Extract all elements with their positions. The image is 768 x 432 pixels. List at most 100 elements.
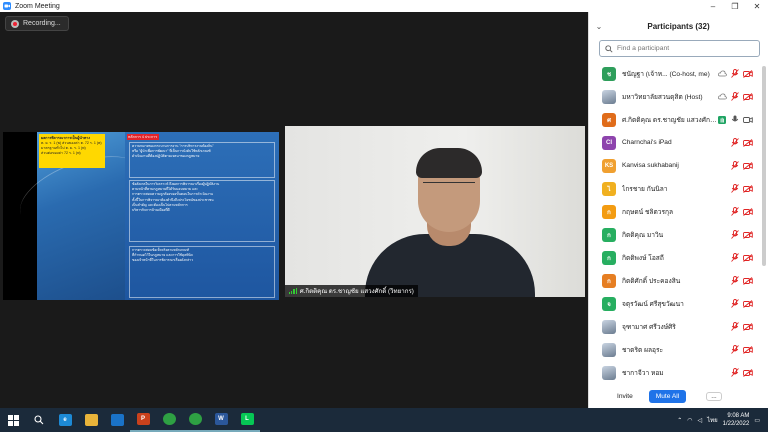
participant-row[interactable]: CI Charnchai's iPad <box>589 131 761 154</box>
video-off-icon[interactable] <box>743 184 753 193</box>
participant-row[interactable]: ก กิตติคุณ มาวิน <box>589 223 761 246</box>
microphone-muted-icon[interactable] <box>730 92 740 101</box>
participant-status-icons <box>730 345 753 354</box>
microphone-muted-icon[interactable] <box>730 138 740 147</box>
mail-icon[interactable] <box>104 408 130 432</box>
wifi-icon[interactable]: ◠ <box>687 417 692 424</box>
avatar: ศ <box>602 112 616 127</box>
participant-row[interactable]: ก กฤษดน์ ชลิตวรกุล <box>589 200 761 223</box>
video-off-icon[interactable] <box>743 368 753 377</box>
cloud-icon <box>717 92 727 101</box>
speaker-icon[interactable]: ◁ <box>698 417 703 424</box>
participant-row[interactable]: มหาวิทยาลัยสวนดุสิต (Host) <box>589 85 761 108</box>
recording-label: Recording... <box>23 20 61 27</box>
avatar-initial: ก <box>607 232 611 239</box>
notification-icon[interactable]: ▭ <box>754 417 760 424</box>
slide-text-block-2: ข้อสังเกตในการวิเคราะห์ ถึงผลการพิจารณาเ… <box>129 180 275 242</box>
microphone-muted-icon[interactable] <box>730 207 740 216</box>
participant-name: Kanvisa sukhabanij <box>622 162 679 169</box>
participant-search[interactable] <box>599 40 760 57</box>
video-off-icon[interactable] <box>743 253 753 262</box>
screen-share-tile[interactable]: ผลการพิจารณาการเป็นผู้นำทาง ต. ย. ร. 1 (… <box>3 132 279 300</box>
file-explorer-icon[interactable] <box>78 408 104 432</box>
avatar <box>602 365 616 380</box>
avatar-initial: จ <box>607 301 611 308</box>
participant-row[interactable]: ไ ไกรชาย กันนิลา <box>589 177 761 200</box>
participant-name: มหาวิทยาลัยสวนดุสิต (Host) <box>622 94 703 101</box>
participant-name: ไกรชาย กันนิลา <box>622 186 668 193</box>
participant-row[interactable]: ก กิตติพงษ์ โอสถี <box>589 246 761 269</box>
app-icon-letter: L <box>245 416 249 422</box>
participants-header: ⌄ Participants (32) <box>589 12 768 40</box>
speaker-figure <box>423 182 475 192</box>
participant-row[interactable]: KS Kanvisa sukhabanij <box>589 154 761 177</box>
chrome-icon[interactable] <box>156 408 182 432</box>
avatar-initial: ช <box>606 71 612 78</box>
word-icon[interactable]: W <box>208 408 234 432</box>
start-icon[interactable] <box>0 408 26 432</box>
video-icon[interactable] <box>743 115 753 124</box>
participant-row[interactable]: จ จตุรวัฒน์ ศรีสุขวัฒนา <box>589 292 761 315</box>
video-off-icon[interactable] <box>743 276 753 285</box>
video-off-icon[interactable] <box>743 69 753 78</box>
microphone-muted-icon[interactable] <box>730 69 740 78</box>
participant-name: ชาตริต ผลอุระ <box>622 347 664 354</box>
microphone-muted-icon[interactable] <box>730 345 740 354</box>
taskbar-clock[interactable]: 9:08 AM 1/22/2022 <box>723 412 750 428</box>
app-icon-letter: P <box>140 416 145 422</box>
language-indicator[interactable]: ไทย <box>707 415 718 425</box>
search-input[interactable] <box>617 45 737 52</box>
microphone-muted-icon[interactable] <box>730 299 740 308</box>
participant-row[interactable]: ช ชนัญฐา (เจ้าห... (Co-host, me) <box>589 62 761 85</box>
participant-row[interactable]: ชากาจีวา หอม <box>589 361 761 384</box>
powerpoint-icon[interactable]: P <box>130 408 156 432</box>
avatar: ก <box>602 273 616 288</box>
more-button[interactable]: ... <box>706 391 722 401</box>
maximize-button[interactable]: ❐ <box>724 0 746 12</box>
video-off-icon[interactable] <box>743 138 753 147</box>
speaker-video-tile[interactable]: ศ.กิตติคุณ ดร.ชาญชัย แสวงศักดิ์ (วิทยากร… <box>285 126 585 297</box>
recording-indicator[interactable]: Recording... <box>5 16 69 31</box>
invite-button[interactable]: Invite <box>617 393 633 400</box>
line-icon[interactable]: L <box>234 408 260 432</box>
participant-name: ชากาจีวา หอม <box>622 370 664 377</box>
app-icon-letter: W <box>218 416 224 422</box>
participants-title: Participants (32) <box>647 21 710 31</box>
microphone-muted-icon[interactable] <box>730 184 740 193</box>
scrollbar[interactable] <box>762 66 766 266</box>
slide-yellow-box: ผลการพิจารณาการเป็นผู้นำทาง ต. ย. ร. 1 (… <box>39 134 105 168</box>
microphone-muted-icon[interactable] <box>730 161 740 170</box>
participant-name: กิตติคุณ มาวิน <box>622 232 664 239</box>
chrome-2-icon[interactable] <box>182 408 208 432</box>
participant-status-icons <box>717 115 753 124</box>
participant-row[interactable]: ศ ศ.กิตติคุณ ดร.ชาญชัย แสวงศักดิ์ (... <box>589 108 761 131</box>
video-off-icon[interactable] <box>743 345 753 354</box>
chevron-up-icon[interactable]: ⌃ <box>677 417 682 424</box>
mute-all-button[interactable]: Mute All <box>648 389 687 403</box>
microphone-muted-icon[interactable] <box>730 322 740 331</box>
microphone-icon[interactable] <box>730 115 740 124</box>
microphone-muted-icon[interactable] <box>730 368 740 377</box>
chevron-down-icon[interactable]: ⌄ <box>589 22 609 31</box>
microphone-muted-icon[interactable] <box>730 230 740 239</box>
avatar: ก <box>602 250 616 265</box>
slide-left-panel: ผลการพิจารณาการเป็นผู้นำทาง ต. ย. ร. 1 (… <box>37 132 125 300</box>
close-button[interactable]: ✕ <box>746 0 768 12</box>
video-off-icon[interactable] <box>743 299 753 308</box>
microphone-muted-icon[interactable] <box>730 253 740 262</box>
minimize-button[interactable]: – <box>702 0 724 12</box>
edge-icon[interactable]: e <box>52 408 78 432</box>
microphone-muted-icon[interactable] <box>730 276 740 285</box>
video-off-icon[interactable] <box>743 207 753 216</box>
participant-row[interactable]: ก กิตติศักดิ์ ประคองสิน <box>589 269 761 292</box>
speaker-figure <box>416 148 482 178</box>
video-off-icon[interactable] <box>743 322 753 331</box>
video-off-icon[interactable] <box>743 92 753 101</box>
video-off-icon[interactable] <box>743 161 753 170</box>
meeting-video-area: Recording... ผลการพิจารณาการเป็นผู้นำทาง… <box>0 12 588 408</box>
participant-row[interactable]: จุฑามาศ ศรีวงษ์ศิริ <box>589 315 761 338</box>
video-off-icon[interactable] <box>743 230 753 239</box>
participant-row[interactable]: ชาตริต ผลอุระ <box>589 338 761 361</box>
participant-name: กฤษดน์ ชลิตวรกุล <box>622 209 674 216</box>
search-icon[interactable] <box>26 408 52 432</box>
